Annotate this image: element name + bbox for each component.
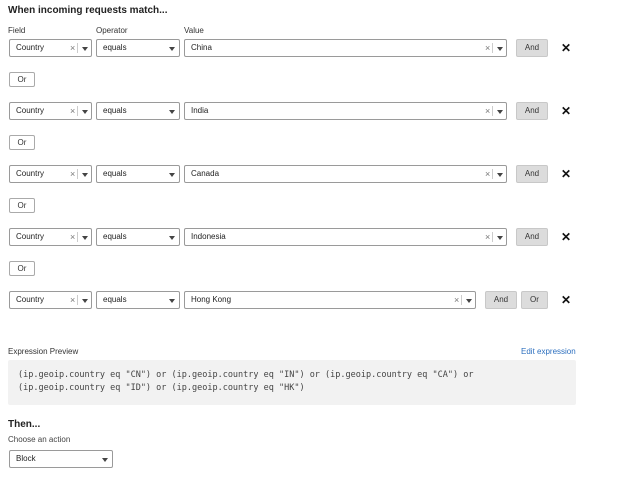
select-divider [492,43,493,53]
select-divider [77,295,78,305]
and-button[interactable]: And [516,228,548,246]
chevron-down-icon[interactable] [497,173,503,177]
select-divider [77,43,78,53]
section-title: When incoming requests match... [8,5,168,16]
chevron-down-icon[interactable] [82,173,88,177]
delete-row-icon[interactable]: ✕ [561,167,571,181]
chevron-down-icon[interactable] [169,236,175,240]
select-divider [461,295,462,305]
field-column-header: Field [8,26,26,35]
then-heading: Then... [8,419,41,430]
chevron-down-icon[interactable] [169,173,175,177]
rule-row: Country × equals China × And ✕ [0,39,619,59]
rule-row: Country × equals India × And ✕ [0,102,619,122]
rule-row: Country × equals Canada × And ✕ [0,165,619,185]
operator-select[interactable]: equals [96,102,180,120]
action-select-value: Block [16,454,36,463]
chevron-down-icon[interactable] [169,110,175,114]
value-select[interactable]: Indonesia × [184,228,507,246]
delete-row-icon[interactable]: ✕ [561,41,571,55]
clear-icon[interactable]: × [485,40,490,56]
value-select[interactable]: Canada × [184,165,507,183]
chevron-down-icon[interactable] [497,47,503,51]
or-button[interactable]: Or [9,135,35,150]
field-select[interactable]: Country × [9,165,92,183]
operator-select-value: equals [103,295,127,304]
operator-column-header: Operator [96,26,128,35]
chevron-down-icon[interactable] [169,299,175,303]
chevron-down-icon[interactable] [82,47,88,51]
select-divider [77,232,78,242]
expression-preview-label: Expression Preview [8,347,79,356]
value-select-value: Canada [191,169,220,178]
or-button[interactable]: Or [521,291,548,309]
operator-select-value: equals [103,232,127,241]
value-column-header: Value [184,26,204,35]
chevron-down-icon[interactable] [82,299,88,303]
operator-select[interactable]: equals [96,228,180,246]
expression-preview: (ip.geoip.country eq "CN") or (ip.geoip.… [8,360,576,405]
field-select-value: Country [16,106,45,115]
value-select[interactable]: China × [184,39,507,57]
select-divider [492,232,493,242]
delete-row-icon[interactable]: ✕ [561,293,571,307]
clear-icon[interactable]: × [70,40,75,56]
and-button[interactable]: And [516,165,548,183]
delete-row-icon[interactable]: ✕ [561,104,571,118]
chevron-down-icon[interactable] [497,110,503,114]
field-select-value: Country [16,295,45,304]
clear-icon[interactable]: × [70,229,75,245]
operator-select[interactable]: equals [96,291,180,309]
and-button[interactable]: And [516,102,548,120]
value-select[interactable]: India × [184,102,507,120]
operator-select-value: equals [103,43,127,52]
select-divider [492,106,493,116]
operator-select-value: equals [103,106,127,115]
clear-icon[interactable]: × [485,229,490,245]
field-select[interactable]: Country × [9,102,92,120]
select-divider [492,169,493,179]
rule-row: Country × equals Indonesia × And ✕ [0,228,619,248]
chevron-down-icon[interactable] [169,47,175,51]
field-select-value: Country [16,169,45,178]
operator-select-value: equals [103,169,127,178]
choose-action-label: Choose an action [8,435,71,444]
and-button[interactable]: And [485,291,517,309]
field-select-value: Country [16,43,45,52]
value-select-value: China [191,43,212,52]
chevron-down-icon[interactable] [82,110,88,114]
clear-icon[interactable]: × [454,292,459,308]
value-select-value: Indonesia [191,232,226,241]
edit-expression-link[interactable]: Edit expression [521,347,576,356]
select-divider [77,169,78,179]
select-divider [77,106,78,116]
field-select[interactable]: Country × [9,39,92,57]
clear-icon[interactable]: × [485,166,490,182]
field-select-value: Country [16,232,45,241]
chevron-down-icon[interactable] [497,236,503,240]
or-button[interactable]: Or [9,261,35,276]
operator-select[interactable]: equals [96,165,180,183]
action-select[interactable]: Block [9,450,113,468]
clear-icon[interactable]: × [70,166,75,182]
operator-select[interactable]: equals [96,39,180,57]
chevron-down-icon[interactable] [466,299,472,303]
or-button[interactable]: Or [9,198,35,213]
chevron-down-icon[interactable] [82,236,88,240]
rule-row: Country × equals Hong Kong × And Or ✕ [0,291,619,311]
clear-icon[interactable]: × [70,103,75,119]
value-select-value: India [191,106,209,115]
value-select-value: Hong Kong [191,295,232,304]
field-select[interactable]: Country × [9,228,92,246]
delete-row-icon[interactable]: ✕ [561,230,571,244]
clear-icon[interactable]: × [70,292,75,308]
field-select[interactable]: Country × [9,291,92,309]
value-select[interactable]: Hong Kong × [184,291,476,309]
or-button[interactable]: Or [9,72,35,87]
and-button[interactable]: And [516,39,548,57]
clear-icon[interactable]: × [485,103,490,119]
chevron-down-icon[interactable] [102,458,108,462]
